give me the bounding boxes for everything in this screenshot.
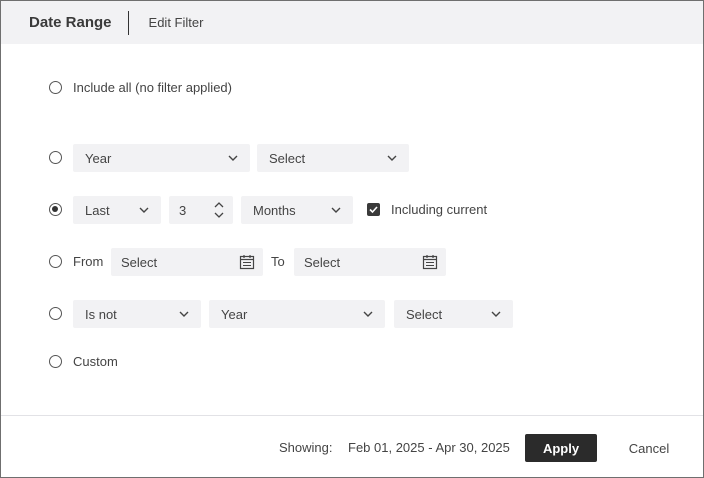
period-dropdown-value: Year [85,150,112,166]
from-date-value: Select [121,254,158,270]
include-all-label: Include all (no filter applied) [73,80,232,95]
stepper-arrows-icon[interactable] [213,200,225,220]
chevron-down-icon [491,311,501,317]
chevron-down-icon [331,207,341,213]
last-mode-value: Last [85,202,110,218]
including-current-label: Including current [391,202,488,217]
chevron-down-icon [228,155,238,161]
dialog-title: Date Range [29,14,112,31]
from-date-input[interactable]: Select [111,248,263,276]
calendar-icon[interactable] [239,254,255,270]
apply-button[interactable]: Apply [525,434,597,462]
radio-year-select[interactable] [49,151,62,164]
is-not-period-value: Year [221,306,248,322]
chevron-down-icon [179,311,189,317]
year-value-dropdown-value: Select [269,150,306,166]
from-label: From [73,254,104,269]
operator-dropdown-value: Is not [85,306,117,322]
to-date-input[interactable]: Select [294,248,446,276]
radio-custom[interactable] [49,355,62,368]
dialog-footer: Showing: Feb 01, 2025 - Apr 30, 2025 App… [1,415,703,477]
check-icon [369,206,378,214]
period-dropdown[interactable]: Year [73,144,250,172]
showing-label: Showing: [279,440,333,455]
to-label: To [271,254,285,269]
is-not-value-dropdown[interactable]: Select [394,300,513,328]
radio-is-not[interactable] [49,307,62,320]
calendar-icon[interactable] [422,254,438,270]
count-stepper-value: 3 [179,202,187,218]
date-range-dialog: Date Range Edit Filter Include all (no f… [0,0,704,478]
to-date-value: Select [304,254,341,270]
chevron-down-icon [363,311,373,317]
chevron-down-icon [139,207,149,213]
dialog-header: Date Range Edit Filter [1,1,703,44]
header-divider [127,10,129,35]
unit-dropdown[interactable]: Months [241,196,353,224]
radio-date-range[interactable] [49,255,62,268]
showing-date-range: Feb 01, 2025 - Apr 30, 2025 [348,440,510,455]
is-not-value-value: Select [406,306,443,322]
radio-last[interactable] [49,203,62,216]
last-mode-dropdown[interactable]: Last [73,196,161,224]
count-stepper[interactable]: 3 [169,196,233,224]
operator-dropdown[interactable]: Is not [73,300,201,328]
tab-edit-filter[interactable]: Edit Filter [149,15,204,30]
chevron-down-icon [387,155,397,161]
cancel-button[interactable]: Cancel [619,434,679,462]
radio-include-all[interactable] [49,81,62,94]
year-value-dropdown[interactable]: Select [257,144,409,172]
unit-dropdown-value: Months [253,202,296,218]
custom-label: Custom [73,354,118,369]
including-current-checkbox[interactable] [367,203,380,216]
is-not-period-dropdown[interactable]: Year [209,300,385,328]
